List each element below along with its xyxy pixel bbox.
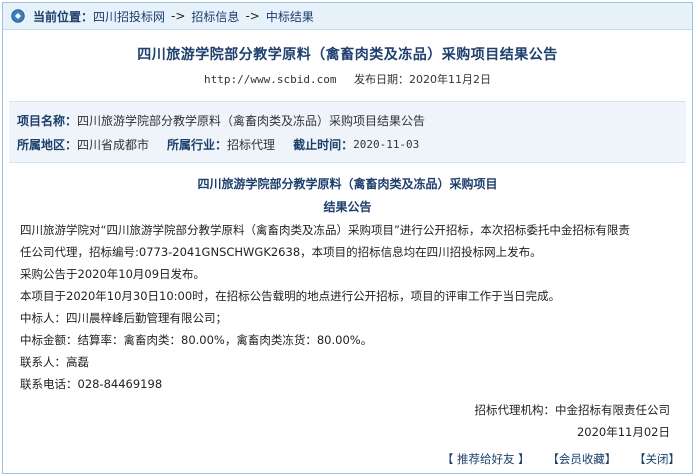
breadcrumb-separator: -> xyxy=(245,9,260,23)
page-title: 四川旅游学院部分教学原料（禽畜肉类及冻品）采购项目结果公告 xyxy=(137,47,558,63)
favorite-button[interactable]: 【会员收藏】 xyxy=(547,452,616,466)
region-label: 所属地区： xyxy=(17,137,78,152)
footer-actions: 【 推荐给好友 】 【会员收藏】 【关闭】 xyxy=(428,451,680,467)
site-url: http://www.scbid.com xyxy=(204,73,337,86)
paragraph-intro: 四川旅游学院对“四川旅游学院部分教学原料（禽畜肉类及冻品）采购项目”进行公开招标… xyxy=(20,223,630,237)
project-name-row: 项目名称： 四川旅游学院部分教学原料（禽畜肉类及冻品）采购项目结果公告 xyxy=(17,108,678,132)
breadcrumb-section-link[interactable]: 招标信息 xyxy=(191,8,239,25)
paragraph-intro-cont: 任公司代理，招标编号:0773-2041GNSCHWGK2638，本项目的招标信… xyxy=(20,245,542,259)
region-value: 四川省成都市 xyxy=(77,137,150,152)
location-icon xyxy=(11,9,25,23)
article-meta: http://www.scbid.com 发布日期：2020年11月2日 xyxy=(3,71,692,87)
industry-label: 所属行业： xyxy=(167,137,228,152)
project-name-value: 四川旅游学院部分教学原料（禽畜肉类及冻品）采购项目结果公告 xyxy=(77,113,426,128)
breadcrumb-label: 当前位置： xyxy=(33,9,94,24)
project-info-box: 项目名称： 四川旅游学院部分教学原料（禽畜肉类及冻品）采购项目结果公告 所属地区… xyxy=(9,101,686,163)
breadcrumb-home-link[interactable]: 四川招投标网 xyxy=(93,8,165,25)
publish-date: 2020年11月2日 xyxy=(408,73,491,86)
breadcrumb: 当前位置： 四川招投标网 -> 招标信息 -> 中标结果 xyxy=(3,3,692,30)
close-button[interactable]: 【关闭】 xyxy=(634,452,680,466)
paragraph-winner: 中标人：四川晨梓峰后勤管理有限公司； xyxy=(20,311,227,325)
paragraph-bidding: 本项目于2020年10月30日10:00时，在招标公告载明的地点进行公开招标，项… xyxy=(20,289,561,303)
paragraph-contact: 联系人：高磊 xyxy=(20,355,89,369)
project-meta-row: 所属地区： 四川省成都市 所属行业： 招标代理 截止时间： 2020-11-03 xyxy=(17,132,678,156)
announcement-body: 四川旅游学院部分教学原料（禽畜肉类及冻品）采购项目 结果公告 四川旅游学院对“四… xyxy=(3,175,692,443)
publish-label: 发布日期： xyxy=(353,73,409,86)
breadcrumb-separator: -> xyxy=(171,9,186,23)
deadline-value: 2020-11-03 xyxy=(353,137,420,151)
announcement-subheading: 结果公告 xyxy=(323,200,372,214)
paragraph-amount: 中标金额：结算率：禽畜肉类：80.00%，禽畜肉类冻货：80.00%。 xyxy=(20,333,373,347)
agency-line: 招标代理机构：中金招标有限责任公司 xyxy=(474,403,671,417)
deadline-label: 截止时间： xyxy=(293,137,354,152)
sign-date: 2020年11月02日 xyxy=(576,425,670,439)
project-name-label: 项目名称： xyxy=(17,113,78,128)
page-frame: 当前位置： 四川招投标网 -> 招标信息 -> 中标结果 四川旅游学院部分教学原… xyxy=(2,2,693,474)
paragraph-phone: 联系电话：028-84469198 xyxy=(20,377,163,391)
recommend-button[interactable]: 【 推荐给好友 】 xyxy=(442,452,530,466)
industry-value: 招标代理 xyxy=(227,137,276,152)
paragraph-publish: 采购公告于2020年10月09日发布。 xyxy=(20,267,206,281)
breadcrumb-current: 中标结果 xyxy=(265,9,314,24)
announcement-heading: 四川旅游学院部分教学原料（禽畜肉类及冻品）采购项目 xyxy=(197,177,498,191)
